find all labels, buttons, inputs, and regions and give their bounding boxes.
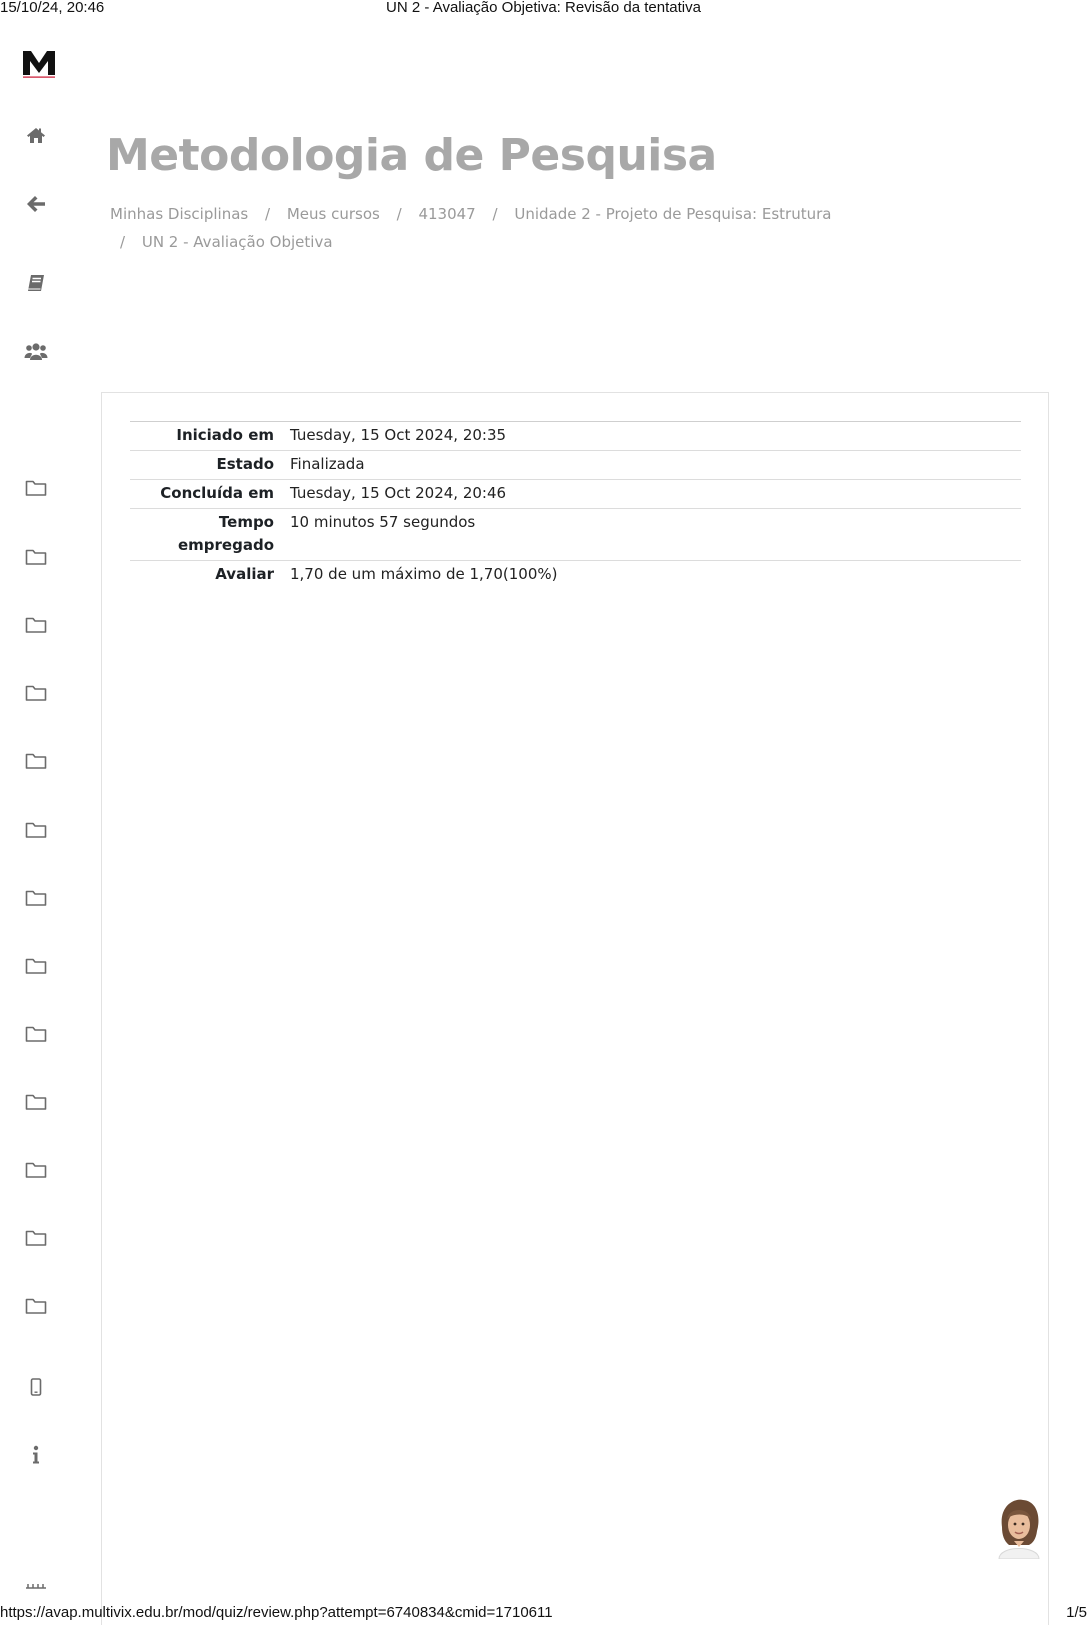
table-row: Estado Finalizada xyxy=(130,450,1021,480)
table-row: Concluída em Tuesday, 15 Oct 2024, 20:46 xyxy=(130,479,1021,509)
page: 15/10/24, 20:46 UN 2 - Avaliação Objetiv… xyxy=(0,0,1087,1625)
breadcrumb-separator: / xyxy=(120,233,126,251)
folder-icon[interactable] xyxy=(24,819,48,841)
info-icon[interactable] xyxy=(24,1444,48,1466)
row-value: Tuesday, 15 Oct 2024, 20:46 xyxy=(282,479,1021,509)
row-label: Iniciado em xyxy=(130,421,282,451)
print-page-number: 1/5 xyxy=(1066,1604,1087,1621)
print-page-title: UN 2 - Avaliação Objetiva: Revisão da te… xyxy=(386,0,701,16)
print-url: https://avap.multivix.edu.br/mod/quiz/re… xyxy=(0,1604,553,1621)
row-value: 1,70 de um máximo de 1,70(100%) xyxy=(282,560,1021,589)
breadcrumb: Minhas Disciplinas / Meus cursos / 41304… xyxy=(110,200,870,256)
folder-icon[interactable] xyxy=(24,614,48,636)
row-value: 10 minutos 57 segundos xyxy=(282,508,1021,561)
breadcrumb-separator: / xyxy=(492,205,498,223)
table-row: Iniciado em Tuesday, 15 Oct 2024, 20:35 xyxy=(130,421,1021,451)
multivix-logo[interactable] xyxy=(22,48,56,80)
users-icon[interactable] xyxy=(24,340,48,362)
folder-icon[interactable] xyxy=(24,1227,48,1249)
back-arrow-icon[interactable] xyxy=(24,193,48,215)
folder-icon[interactable] xyxy=(24,1023,48,1045)
breadcrumb-quiz[interactable]: UN 2 - Avaliação Objetiva xyxy=(142,233,333,251)
attempt-summary-table: Iniciado em Tuesday, 15 Oct 2024, 20:35 … xyxy=(130,421,1021,589)
home-icon[interactable] xyxy=(24,124,48,146)
table-row: Avaliar 1,70 de um máximo de 1,70(100%) xyxy=(130,560,1021,589)
breadcrumb-minhas-disciplinas[interactable]: Minhas Disciplinas xyxy=(110,205,248,223)
folder-icon[interactable] xyxy=(24,1091,48,1113)
breadcrumb-meus-cursos[interactable]: Meus cursos xyxy=(287,205,380,223)
book-icon[interactable] xyxy=(24,272,48,294)
row-value: Finalizada xyxy=(282,450,1021,480)
folder-icon[interactable] xyxy=(24,546,48,568)
row-label: Estado xyxy=(130,450,282,480)
breadcrumb-separator: / xyxy=(396,205,402,223)
row-label: Tempo empregado xyxy=(130,508,282,561)
folder-icon[interactable] xyxy=(24,1159,48,1181)
folder-icon[interactable] xyxy=(24,750,48,772)
folder-icon[interactable] xyxy=(24,682,48,704)
row-label: Avaliar xyxy=(130,560,282,589)
assistant-avatar[interactable] xyxy=(993,1495,1045,1560)
mobile-icon[interactable] xyxy=(24,1376,48,1398)
table-row: Tempo empregado 10 minutos 57 segundos xyxy=(130,508,1021,561)
folder-icon[interactable] xyxy=(24,477,48,499)
folder-icon[interactable] xyxy=(24,887,48,909)
folder-icon[interactable] xyxy=(24,955,48,977)
course-title: Metodologia de Pesquisa xyxy=(106,130,717,181)
breadcrumb-separator: / xyxy=(265,205,271,223)
partial-icon xyxy=(24,1580,48,1590)
row-value: Tuesday, 15 Oct 2024, 20:35 xyxy=(282,421,1021,451)
folder-icon[interactable] xyxy=(24,1295,48,1317)
row-label: Concluída em xyxy=(130,479,282,509)
breadcrumb-unit[interactable]: Unidade 2 - Projeto de Pesquisa: Estrutu… xyxy=(514,205,831,223)
breadcrumb-course-id[interactable]: 413047 xyxy=(418,205,475,223)
